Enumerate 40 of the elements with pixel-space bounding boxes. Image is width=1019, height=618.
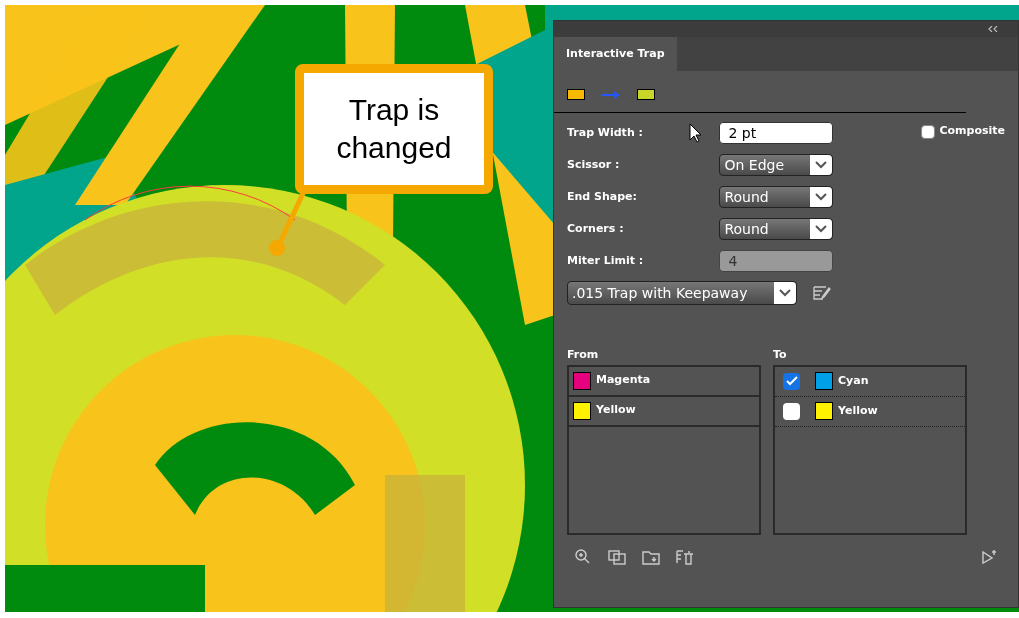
list-heading: From (567, 347, 600, 363)
folder-icon[interactable] (642, 548, 660, 565)
field-label: Trap Width : (567, 124, 643, 141)
new-trap-icon[interactable] (980, 548, 998, 565)
field-label: End Shape: (567, 188, 637, 205)
chevron-icon (815, 161, 828, 169)
chevron-icon (815, 225, 828, 233)
field-label: Miter Limit : (567, 252, 644, 269)
delete-icon[interactable] (676, 548, 694, 565)
ink-row[interactable]: Cyan (775, 366, 965, 397)
dropdown[interactable]: Round (719, 218, 834, 240)
swap-icon[interactable] (608, 548, 626, 565)
collapse-icon[interactable] (988, 26, 998, 32)
chevron-icon (815, 193, 828, 201)
ink-checkbox[interactable] (783, 402, 800, 420)
ink-name: Yellow (596, 402, 636, 419)
chevron-icon (779, 289, 791, 297)
ink-row[interactable]: Magenta (569, 366, 759, 397)
field-label: Corners : (567, 220, 624, 237)
composite-label: Composite (939, 123, 1005, 139)
ink-name: Yellow (838, 402, 878, 419)
list-heading: To (773, 347, 788, 363)
composite-checkbox[interactable] (921, 125, 936, 139)
checkmark-icon (785, 376, 798, 386)
zoom-icon[interactable] (574, 548, 592, 565)
ink-checkbox[interactable] (783, 372, 800, 390)
arrow-icon (601, 90, 621, 99)
edit-preset-icon[interactable] (813, 285, 833, 301)
panel-tab[interactable]: Interactive Trap (554, 37, 677, 71)
ink-name: Cyan (838, 372, 869, 389)
callout-text: Trap is changed (335, 92, 453, 166)
dropdown[interactable]: Round (719, 186, 834, 208)
ink-name: Magenta (596, 372, 651, 389)
trap-width-field[interactable]: 2 pt (719, 122, 834, 144)
ink-row[interactable]: Yellow (569, 396, 759, 427)
preset-dropdown[interactable]: .015 Trap with Keepaway (567, 281, 797, 305)
cursor-icon (689, 123, 704, 143)
field-label: Scissor : (567, 156, 620, 173)
dropdown[interactable]: On Edge (719, 154, 834, 176)
ink-row[interactable]: Yellow (775, 396, 965, 427)
